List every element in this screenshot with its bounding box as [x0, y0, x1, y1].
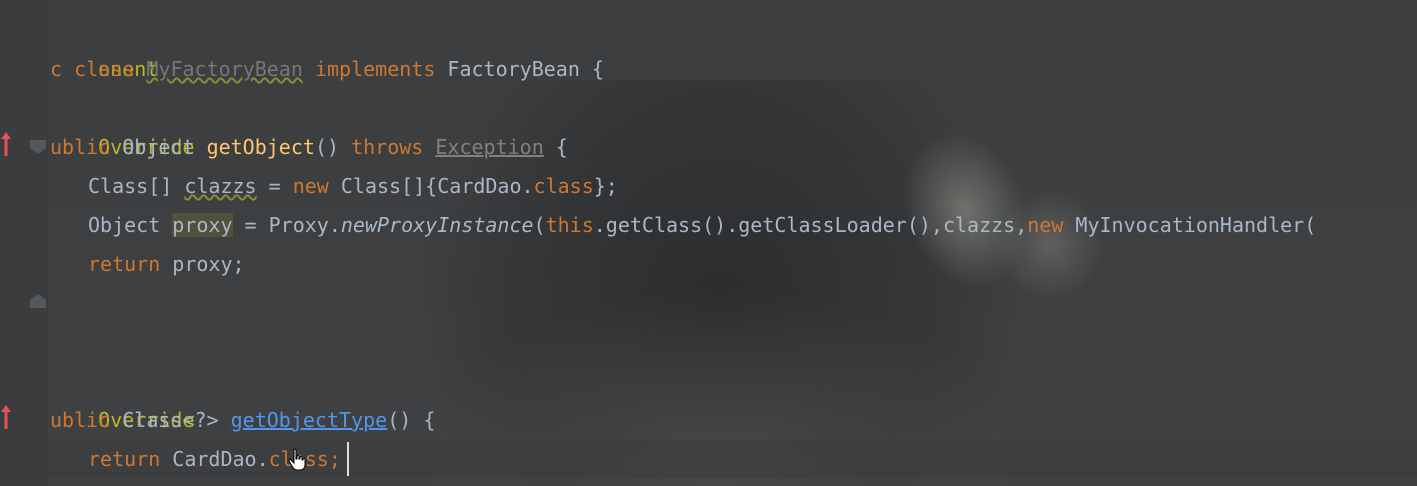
throws-keyword: throws — [351, 135, 424, 159]
keyword-fragment: c — [50, 57, 75, 81]
semicolon: ; — [328, 447, 341, 471]
code-line[interactable]: c class MyFactoryBean implements Factory… — [50, 50, 604, 89]
parens: () — [387, 408, 412, 432]
new-keyword: new — [292, 174, 329, 198]
return-type: Object — [122, 135, 195, 159]
hand-cursor-icon — [288, 448, 306, 471]
return-keyword: return — [88, 447, 161, 471]
open-brace: { — [591, 57, 604, 81]
code-line[interactable]: Override — [50, 89, 194, 159]
code-line[interactable]: Object proxy = Proxy.newProxyInstance(th… — [88, 206, 1316, 245]
expression: Class[]{CardDao. — [328, 174, 534, 198]
implements-keyword: implements — [314, 57, 436, 81]
this-keyword: this — [545, 213, 594, 237]
interface-name[interactable]: FactoryBean — [447, 57, 579, 81]
code-line[interactable]: Class[] clazzs = new Class[]{CardDao.cla… — [88, 167, 618, 206]
public-keyword: ublic — [50, 135, 111, 159]
code-line[interactable]: return proxy; — [88, 245, 245, 284]
method-name[interactable]: getObject — [207, 135, 315, 159]
override-marker-icon[interactable] — [0, 130, 12, 158]
public-keyword: ublic — [50, 408, 111, 432]
code-line[interactable]: Override — [50, 362, 194, 432]
handler-constructor: MyInvocationHandler( — [1063, 213, 1317, 237]
return-expression: CardDao. — [160, 447, 269, 471]
open-brace: { — [423, 408, 436, 432]
method-name-link[interactable]: getObjectType — [231, 408, 388, 432]
code-line[interactable]: ublic Class<?> getObjectType() { — [50, 401, 435, 440]
class-keyword: class — [74, 57, 135, 81]
variable-name-highlighted[interactable]: proxy — [172, 213, 233, 237]
exception-type[interactable]: Exception — [435, 135, 543, 159]
type-name: Class[] — [88, 174, 173, 198]
text-caret — [347, 442, 349, 476]
return-type: Class<?> — [122, 408, 219, 432]
expression: = Proxy. — [232, 213, 341, 237]
code-line[interactable]: ublic Object getObject() throws Exceptio… — [50, 128, 568, 167]
variable-name[interactable]: clazzs — [184, 174, 256, 198]
class-keyword: class — [533, 174, 594, 198]
statement-end: }; — [593, 174, 618, 198]
fold-icon[interactable] — [28, 138, 48, 156]
open-brace: { — [555, 135, 568, 159]
assign: = — [256, 174, 293, 198]
open-paren: ( — [533, 213, 546, 237]
type-name: Object — [88, 213, 173, 237]
code-line[interactable]: onent — [50, 11, 158, 81]
call-chain: .getClass().getClassLoader(),clazzs, — [593, 213, 1028, 237]
unfold-icon[interactable] — [28, 292, 48, 310]
return-keyword: return — [88, 252, 161, 276]
code-editor[interactable]: onent c class MyFactoryBean implements F… — [0, 0, 1417, 486]
class-name[interactable]: MyFactoryBean — [146, 57, 303, 81]
static-method-call[interactable]: newProxyInstance — [341, 213, 534, 237]
return-expression: proxy; — [160, 252, 245, 276]
parens: () — [314, 135, 340, 159]
override-marker-icon[interactable] — [0, 403, 12, 431]
new-keyword: new — [1027, 213, 1064, 237]
